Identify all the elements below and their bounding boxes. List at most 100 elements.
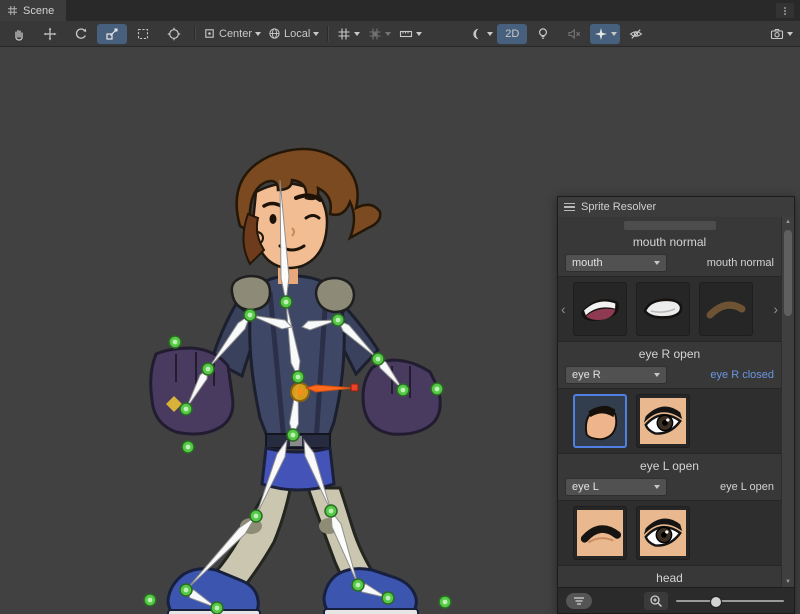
scale-icon	[105, 27, 119, 41]
hand-icon	[12, 27, 26, 41]
pivot-mode-dropdown[interactable]: Center	[200, 24, 264, 44]
eye-l-selected-label: eye L open	[720, 481, 774, 493]
chevron-down-icon	[487, 32, 493, 36]
chevron-down-icon	[787, 32, 793, 36]
scroll-up-icon[interactable]: ▲	[782, 217, 794, 227]
eye-r-selected-link[interactable]: eye R closed	[710, 369, 774, 381]
scene-lighting-toggle[interactable]	[528, 24, 558, 44]
character-rig-canvas	[120, 122, 480, 614]
2d-mode-toggle[interactable]: 2D	[497, 24, 527, 44]
prev-arrow-icon[interactable]: ‹	[561, 302, 566, 316]
camera-icon	[770, 27, 784, 41]
mouth-category-dropdown[interactable]: mouth	[565, 254, 667, 272]
panel-bottom-bar	[558, 587, 794, 613]
eye-r-category-dropdown[interactable]: eye R	[565, 366, 667, 384]
mouth-selected-label: mouth normal	[707, 257, 774, 269]
toolbar-separator	[327, 26, 328, 41]
tab-label: Scene	[23, 5, 54, 17]
eye-l-closed-thumbnail[interactable]	[573, 506, 627, 560]
tab-scene[interactable]: Scene	[0, 0, 66, 21]
chevron-down-icon	[385, 32, 391, 36]
grid-size-dropdown[interactable]	[395, 24, 425, 44]
chevron-down-icon	[654, 261, 660, 265]
filter-lines-icon	[573, 596, 585, 606]
eye-r-open-sprite	[640, 398, 686, 444]
grid-visibility-dropdown[interactable]	[333, 24, 363, 44]
rotate-tool-button[interactable]	[66, 24, 96, 44]
transform-icon	[167, 27, 181, 41]
scroll-down-icon[interactable]: ▼	[782, 577, 794, 587]
chevron-down-icon	[611, 32, 617, 36]
more-icon	[780, 6, 790, 16]
effects-dropdown[interactable]	[590, 24, 620, 44]
eye-r-closed-thumbnail[interactable]	[573, 394, 627, 448]
eye-hidden-icon	[629, 27, 643, 41]
mouth-closed-sprite	[639, 285, 687, 333]
tab-menu-button[interactable]	[776, 3, 794, 18]
rect-tool-button[interactable]	[128, 24, 158, 44]
filter-button[interactable]	[566, 593, 592, 609]
render-mode-dropdown[interactable]	[466, 24, 496, 44]
eye-l-closed-sprite	[577, 510, 623, 556]
thumbnail-zoom-slider[interactable]	[676, 593, 784, 609]
mouth-closed-thumbnail[interactable]	[636, 282, 690, 336]
toolbar-separator	[194, 26, 195, 41]
slider-track[interactable]	[676, 600, 784, 602]
tab-strip: Scene	[0, 0, 800, 21]
chevron-down-icon	[313, 32, 319, 36]
scrollbar-thumb[interactable]	[784, 230, 792, 316]
sprite-resolver-panel: Sprite Resolver mouth normal mouth mouth…	[557, 196, 795, 614]
2d-mode-label: 2D	[505, 28, 519, 40]
chevron-down-icon	[416, 32, 422, 36]
eye-r-thumbnail-strip	[558, 388, 781, 454]
pivot-mode-label: Center	[219, 28, 252, 40]
mouth-smile-sprite	[702, 285, 750, 333]
grid-icon	[337, 27, 351, 41]
rotation-mode-dropdown[interactable]: Local	[265, 24, 322, 44]
section-header-eye-r: eye R open	[558, 342, 781, 365]
effects-icon	[594, 27, 608, 41]
chevron-down-icon	[255, 32, 261, 36]
snap-icon	[368, 27, 382, 41]
eye-l-open-sprite	[640, 510, 686, 556]
snap-settings-dropdown[interactable]	[364, 24, 394, 44]
grid-tab-icon	[7, 5, 18, 16]
panel-title: Sprite Resolver	[581, 201, 656, 213]
rotation-mode-label: Local	[284, 28, 310, 40]
panel-scrollbar[interactable]: ▲ ▼	[781, 217, 794, 587]
mouth-thumbnail-strip: ‹ ›	[558, 276, 781, 342]
eye-l-thumbnail-strip	[558, 500, 781, 566]
audio-muted-icon	[567, 27, 581, 41]
mouth-smile-thumbnail[interactable]	[699, 282, 753, 336]
transform-tool-button[interactable]	[159, 24, 189, 44]
sprite-resolver-header[interactable]: Sprite Resolver	[558, 197, 794, 218]
pivot-icon	[203, 27, 216, 40]
chevron-down-icon	[654, 373, 660, 377]
section-header-head: head	[558, 566, 781, 587]
section-header-eye-l: eye L open	[558, 454, 781, 477]
pan-tool-button[interactable]	[4, 24, 34, 44]
zoom-button[interactable]	[644, 592, 668, 610]
ruler-icon	[399, 27, 413, 41]
section-header-mouth: mouth normal	[558, 230, 781, 253]
sprite-resolver-content: mouth normal mouth mouth normal ‹	[558, 217, 781, 587]
mouth-open-thumbnail[interactable]	[573, 282, 627, 336]
magnifier-plus-icon	[649, 594, 663, 608]
slider-handle[interactable]	[710, 596, 722, 608]
chevron-down-icon	[354, 32, 360, 36]
next-arrow-icon[interactable]: ›	[773, 302, 778, 316]
camera-settings-dropdown[interactable]	[766, 24, 796, 44]
chevron-down-icon	[654, 485, 660, 489]
scene-audio-toggle[interactable]	[559, 24, 589, 44]
panel-menu-icon	[564, 203, 575, 212]
rotate-icon	[74, 27, 88, 41]
move-icon	[43, 27, 57, 41]
move-tool-button[interactable]	[35, 24, 65, 44]
eye-l-open-thumbnail[interactable]	[636, 506, 690, 560]
lightbulb-icon	[536, 27, 550, 41]
eye-l-category-dropdown[interactable]: eye L	[565, 478, 667, 496]
scale-tool-button[interactable]	[97, 24, 127, 44]
hidden-objects-toggle[interactable]	[621, 24, 651, 44]
rect-tool-icon	[136, 27, 150, 41]
eye-r-open-thumbnail[interactable]	[636, 394, 690, 448]
